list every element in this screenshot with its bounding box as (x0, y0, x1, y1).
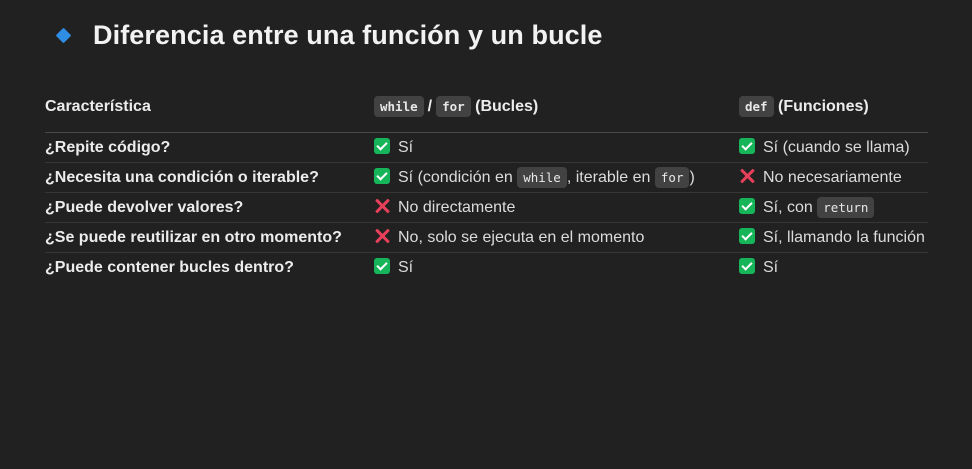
check-icon (739, 228, 755, 244)
loops-cell: Sí (374, 253, 739, 283)
cell-text: No directamente (398, 199, 516, 216)
table-row: ¿Necesita una condición o iterable? Sí (… (45, 163, 928, 193)
cross-icon (739, 168, 755, 184)
feature-cell: ¿Puede contener bucles dentro? (45, 259, 294, 276)
cell-text: Sí (398, 139, 414, 156)
cell-text: Sí (cuando se llama) (763, 139, 910, 156)
inline-code: for (654, 167, 690, 188)
header-separator: / (427, 97, 433, 115)
header-loops-label: (Bucles) (475, 97, 539, 115)
cell-text: Sí (condición en (398, 169, 513, 186)
inline-code: while (517, 167, 567, 188)
table-row: ¿Se puede reutilizar en otro momento? No… (45, 223, 928, 253)
cell-text: ) (689, 169, 695, 186)
cell-text: No necesariamente (763, 169, 902, 186)
header-functions-label: (Funciones) (778, 97, 869, 115)
table-row: ¿Repite código? Sí Sí (cuando se llama) (45, 133, 928, 163)
loops-cell: No directamente (374, 193, 739, 223)
heading-title: Diferencia entre una función y un bucle (93, 19, 603, 50)
cell-text: Sí, con (763, 199, 813, 216)
functions-cell: No necesariamente (739, 163, 928, 193)
feature-cell: ¿Se puede reutilizar en otro momento? (45, 229, 342, 246)
loops-cell: Sí (condición en while, iterable en for) (374, 163, 739, 193)
cell-text: Sí (398, 259, 414, 276)
cell-text: Sí (763, 259, 779, 276)
loops-cell: No, solo se ejecuta en el momento (374, 223, 739, 253)
inline-code: while (374, 95, 424, 117)
section-heading: Diferencia entre una función y un bucle (55, 18, 603, 52)
cell-text: No, solo se ejecuta en el momento (398, 229, 645, 246)
check-icon (739, 258, 755, 274)
inline-code: return (817, 197, 875, 218)
functions-cell: Sí (cuando se llama) (739, 133, 928, 163)
feature-cell: ¿Necesita una condición o iterable? (45, 169, 319, 186)
table-row: ¿Puede contener bucles dentro? Sí Sí (45, 253, 928, 283)
check-icon (374, 258, 390, 274)
comparison-table: Característica while / for (Bucles) def (F… (45, 80, 928, 282)
cross-icon (374, 228, 390, 244)
inline-code: for (436, 95, 471, 117)
loops-cell: Sí (374, 133, 739, 163)
functions-cell: Sí, llamando la función (739, 223, 928, 253)
check-icon (739, 138, 755, 154)
check-icon (374, 138, 390, 154)
header-loops: while / for (Bucles) (374, 80, 739, 133)
check-icon (374, 168, 390, 184)
check-icon (739, 198, 755, 214)
table-row: ¿Puede devolver valores? No directamente… (45, 193, 928, 223)
feature-cell: ¿Repite código? (45, 139, 171, 156)
functions-cell: Sí (739, 253, 928, 283)
inline-code: def (739, 95, 774, 117)
header-feature: Característica (45, 97, 151, 115)
functions-cell: Sí, con return (739, 193, 928, 223)
feature-cell: ¿Puede devolver valores? (45, 199, 244, 216)
diamond-bullet-icon (55, 27, 72, 43)
cell-text: Sí, llamando la función (763, 229, 925, 246)
header-functions: def (Funciones) (739, 80, 928, 133)
cell-text: , iterable en (566, 169, 651, 186)
table-header-row: Característica while / for (Bucles) def (F… (45, 80, 928, 133)
cross-icon (374, 198, 390, 214)
